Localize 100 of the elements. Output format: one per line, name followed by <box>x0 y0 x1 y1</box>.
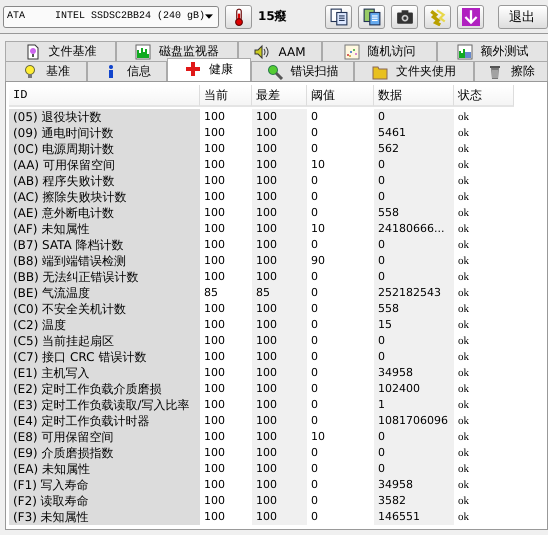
column-header[interactable]: ID <box>9 85 200 107</box>
table-cell: (B8) 端到端错误检测 <box>9 253 200 269</box>
table-cell-text: 100 <box>203 205 226 221</box>
table-cell: 100 <box>252 237 307 253</box>
table-cell-text: 100 <box>203 509 226 525</box>
column-header[interactable]: 最差 <box>252 85 307 107</box>
table-cell: 100 <box>252 189 307 205</box>
download-icon <box>462 8 480 26</box>
table-cell: (E2) 定时工作负载介质磨损 <box>9 381 200 397</box>
caret-icon <box>205 14 213 20</box>
table-cell-text: ok <box>457 334 470 349</box>
thermometer-button[interactable] <box>225 4 252 28</box>
toolbar-button[interactable] <box>358 4 385 28</box>
table-cell-text: 0 <box>310 381 319 397</box>
column-header[interactable]: 当前 <box>200 85 252 107</box>
tab[interactable]: AAM <box>238 41 322 61</box>
table-cell: 0 <box>374 157 454 173</box>
tab[interactable]: 基准 <box>5 61 87 81</box>
table-cell: 252182543 <box>374 285 454 301</box>
table-cell-text: ok <box>457 446 470 461</box>
table-cell-text: 0 <box>310 269 319 285</box>
toolbar-button[interactable] <box>325 4 352 28</box>
table-cell-text: 0 <box>310 397 319 413</box>
tab[interactable]: 磁盘监视器 <box>116 41 238 61</box>
toolbar-button[interactable] <box>391 4 418 28</box>
table-cell: 0 <box>374 349 454 365</box>
table-cell-text: 100 <box>203 477 226 493</box>
tab[interactable]: 文件基准 <box>5 41 116 61</box>
table-cell-text: 100 <box>203 317 226 333</box>
table-cell-text: ok <box>457 510 470 525</box>
tab[interactable]: 信息 <box>87 61 167 81</box>
tab-label: 文件基准 <box>48 43 96 60</box>
exit-button[interactable]: 退出 <box>498 4 548 28</box>
table-cell: (E8) 可用保留空间 <box>9 429 200 445</box>
table-cell: 100 <box>252 445 307 461</box>
table-cell: 100 <box>252 205 307 221</box>
table-cell-text: 100 <box>203 445 226 461</box>
table-cell: (BB) 无法纠正错误计数 <box>9 269 200 285</box>
tab-label: 信息 <box>127 63 151 80</box>
tab[interactable]: 随机访问 <box>322 41 437 61</box>
table-cell: 100 <box>252 493 307 509</box>
table-cell-text: ok <box>457 318 470 333</box>
table-cell-text: 100 <box>203 109 226 125</box>
table-cell-text: 100 <box>203 221 226 237</box>
table-cell: 102400 <box>374 381 454 397</box>
table-cell: (C2) 温度 <box>9 317 200 333</box>
tab[interactable]: 擦除 <box>474 61 548 81</box>
column-header[interactable]: 数据 <box>374 85 454 107</box>
table-cell-text: 100 <box>203 173 226 189</box>
table-cell-text: ok <box>457 478 470 493</box>
table-cell-text: ok <box>457 238 470 253</box>
tab[interactable]: 额外测试 <box>437 41 548 61</box>
table-cell: 0 <box>374 253 454 269</box>
table-cell: 146551 <box>374 509 454 525</box>
table-cell-text: 10 <box>310 221 326 237</box>
table-cell-text: ok <box>457 382 470 397</box>
table-cell: (AB) 程序失败计数 <box>9 173 200 189</box>
table-cell-text: ok <box>457 142 470 157</box>
table-cell-text: 10 <box>310 157 326 173</box>
table-cell: 0 <box>374 173 454 189</box>
table-cell-text: ok <box>457 158 470 173</box>
table-cell-text: 100 <box>203 429 226 445</box>
column-header[interactable]: 状态 <box>454 85 514 107</box>
table-cell: 100 <box>252 397 307 413</box>
tab[interactable]: 健康 <box>167 58 251 81</box>
table-cell: 0 <box>374 109 454 125</box>
light-bulb-icon <box>22 64 38 80</box>
medical-cross-icon <box>185 61 201 77</box>
tab[interactable]: 错误扫描 <box>251 61 354 81</box>
table-cell: (AA) 可用保留空间 <box>9 157 200 173</box>
column-header[interactable]: 阈值 <box>307 85 374 107</box>
copy-icon <box>362 8 380 26</box>
table-cell-text: 100 <box>203 141 226 157</box>
table-cell: 100 <box>252 269 307 285</box>
table-cell-text: 100 <box>203 381 226 397</box>
table-cell: 24180666... <box>374 221 454 237</box>
table-cell: (F3) 未知属性 <box>9 509 200 525</box>
table-cell: 100 <box>252 461 307 477</box>
table-cell-text: ok <box>457 174 470 189</box>
table-cell-text: ok <box>457 414 470 429</box>
table-cell-text: 100 <box>203 461 226 477</box>
table-cell: (E4) 定时工作负载计时器 <box>9 413 200 429</box>
speaker-icon <box>254 44 270 60</box>
search-icon <box>266 64 282 80</box>
table-cell: (C0) 不安全关机计数 <box>9 301 200 317</box>
tab-label: 文件夹使用 <box>396 63 456 80</box>
table-cell-text: 0 <box>310 349 319 365</box>
copy-icon <box>330 8 348 26</box>
table-cell: (AC) 擦除失败块计数 <box>9 189 200 205</box>
table-cell-text: 0 <box>310 365 319 381</box>
tab-label: 错误扫描 <box>290 63 338 80</box>
toolbar-button[interactable] <box>457 4 484 28</box>
tab[interactable]: 文件夹使用 <box>354 61 474 81</box>
table-cell: 100 <box>252 173 307 189</box>
drive-dropdown[interactable]: ATA INTEL SSDSC2BB24 (240 gB) <box>3 6 219 28</box>
table-cell-text: 100 <box>203 397 226 413</box>
table-cell: 100 <box>252 429 307 445</box>
table-cell-text: 100 <box>203 333 226 349</box>
table-cell-text: ok <box>457 254 470 269</box>
table-cell-text: 0 <box>310 301 319 317</box>
